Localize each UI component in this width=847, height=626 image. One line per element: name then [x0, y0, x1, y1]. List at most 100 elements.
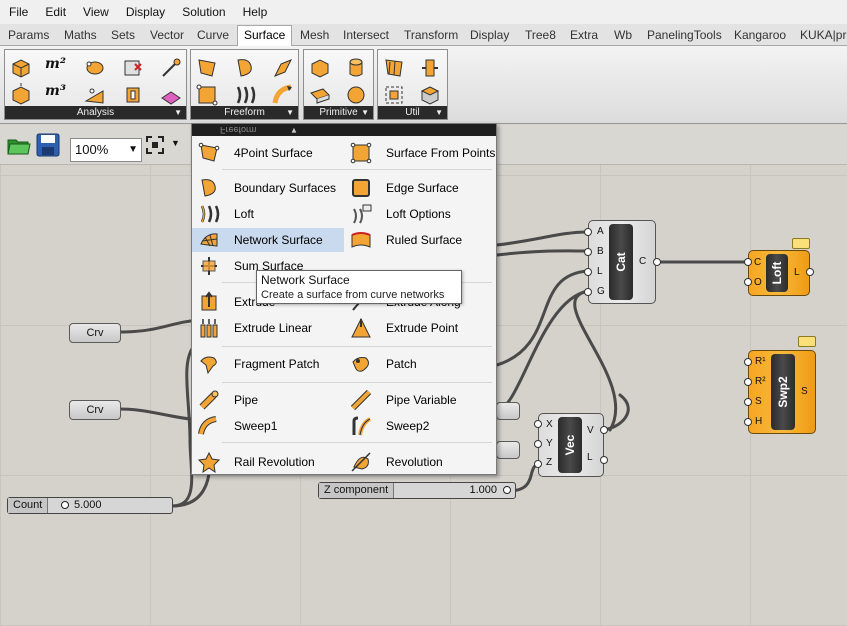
- volume-label[interactable]: m³: [45, 83, 73, 107]
- box-icon[interactable]: [9, 56, 33, 80]
- menu-item-ruled-surface[interactable]: Ruled Surface: [344, 228, 496, 252]
- output-l[interactable]: L: [794, 267, 800, 278]
- port-dot[interactable]: [600, 456, 608, 464]
- input-h[interactable]: H: [755, 416, 762, 427]
- menu-item-extrude-point[interactable]: Extrude Point: [344, 316, 496, 340]
- panel-expand-icon[interactable]: ▼: [174, 106, 182, 119]
- port-dot[interactable]: [534, 420, 542, 428]
- surface-closest-icon[interactable]: [83, 83, 107, 107]
- surface-points-icon[interactable]: [159, 83, 183, 107]
- menu-item-boundary-surfaces[interactable]: Boundary Surfaces: [192, 176, 344, 200]
- menu-item-loft-options[interactable]: Loft Options: [344, 202, 496, 226]
- cat-component[interactable]: A B L G Cat C: [588, 220, 656, 304]
- input-x[interactable]: X: [546, 419, 553, 430]
- swp2-component[interactable]: R¹ R² S H Swp2 S: [748, 350, 816, 434]
- boundary-surface-icon[interactable]: [233, 56, 257, 80]
- zoom-level-select[interactable]: 100% ▼: [70, 138, 142, 162]
- surface-from-points-icon[interactable]: [195, 83, 219, 107]
- menu-item-fragment-patch[interactable]: Fragment Patch: [192, 352, 344, 376]
- port-dot[interactable]: [584, 288, 592, 296]
- tab-tree8[interactable]: Tree8: [525, 26, 556, 44]
- input-s[interactable]: S: [755, 396, 762, 407]
- cap-holes-icon[interactable]: [418, 83, 442, 107]
- menu-item-pipe[interactable]: Pipe: [192, 388, 344, 412]
- input-a[interactable]: A: [597, 226, 604, 237]
- menu-item-extrude-linear[interactable]: Extrude Linear: [192, 316, 344, 340]
- menu-view[interactable]: View: [74, 0, 117, 24]
- save-file-icon[interactable]: [35, 132, 61, 158]
- tab-vector[interactable]: Vector: [150, 26, 184, 44]
- port-dot[interactable]: [534, 460, 542, 468]
- output-s[interactable]: S: [801, 386, 808, 397]
- input-c[interactable]: C: [754, 257, 761, 268]
- menu-edit[interactable]: Edit: [36, 0, 74, 24]
- port-dot[interactable]: [600, 426, 608, 434]
- tab-curve[interactable]: Curve: [197, 26, 229, 44]
- port-dot[interactable]: [744, 378, 752, 386]
- input-r1[interactable]: R¹: [755, 356, 766, 367]
- divide-domain-icon[interactable]: [382, 56, 406, 80]
- tab-params[interactable]: Params: [8, 26, 49, 44]
- count-slider[interactable]: Count 5.000: [7, 497, 173, 514]
- input-g[interactable]: G: [597, 286, 605, 297]
- input-l[interactable]: L: [597, 266, 603, 277]
- dimensions-icon[interactable]: [83, 56, 107, 80]
- crv-param-2[interactable]: Crv: [69, 400, 121, 420]
- tab-extra[interactable]: Extra: [570, 26, 598, 44]
- sweep-icon[interactable]: [271, 83, 295, 107]
- slider-stub[interactable]: [496, 441, 520, 459]
- port-dot[interactable]: [806, 268, 814, 276]
- sphere-icon[interactable]: [344, 83, 368, 107]
- tab-kukaprc[interactable]: KUKA|prc: [800, 26, 847, 44]
- panel-expand-icon[interactable]: ▼: [361, 106, 369, 119]
- output-v[interactable]: V: [587, 425, 594, 436]
- port-dot[interactable]: [744, 258, 752, 266]
- port-dot[interactable]: [744, 398, 752, 406]
- z-component-slider[interactable]: Z component 1.000: [318, 482, 516, 499]
- cylinder-icon[interactable]: [344, 56, 368, 80]
- menu-item-revolution[interactable]: Revolution: [344, 450, 496, 474]
- tab-sets[interactable]: Sets: [111, 26, 135, 44]
- slider-knob[interactable]: [61, 501, 69, 509]
- zoom-extents-dropdown-icon[interactable]: ▼: [171, 138, 180, 148]
- offset-surface-icon[interactable]: [418, 56, 442, 80]
- menu-file[interactable]: File: [0, 0, 36, 24]
- deconstruct-icon[interactable]: [9, 83, 33, 107]
- output-c[interactable]: C: [639, 256, 646, 267]
- menu-item-loft[interactable]: Loft: [192, 202, 344, 226]
- brep-edges-icon[interactable]: [159, 56, 183, 80]
- panel-expand-icon[interactable]: ▼: [435, 106, 443, 119]
- menu-item-rail-revolution[interactable]: Rail Revolution: [192, 450, 344, 474]
- plane-surface-icon[interactable]: [308, 83, 332, 107]
- port-dot[interactable]: [534, 440, 542, 448]
- input-r2[interactable]: R²: [755, 376, 766, 387]
- open-file-icon[interactable]: [6, 132, 32, 158]
- panel-expand-icon[interactable]: ▼: [286, 106, 294, 119]
- slider-knob[interactable]: [503, 486, 511, 494]
- input-y[interactable]: Y: [546, 438, 553, 449]
- slider-stub[interactable]: [496, 402, 520, 420]
- loft-component[interactable]: C O Loft L: [748, 250, 810, 296]
- tab-panelingtools[interactable]: PanelingTools: [647, 26, 722, 44]
- port-dot[interactable]: [744, 278, 752, 286]
- menu-item-surface-from-points[interactable]: Surface From Points: [344, 141, 496, 165]
- evaluate-box-icon[interactable]: [121, 56, 145, 80]
- extrude-point-icon[interactable]: [271, 56, 295, 80]
- tab-maths[interactable]: Maths: [64, 26, 97, 44]
- box-primitive-icon[interactable]: [308, 56, 332, 80]
- menu-help[interactable]: Help: [234, 0, 276, 24]
- isotrim-icon[interactable]: [382, 83, 406, 107]
- menu-solution[interactable]: Solution: [173, 0, 233, 24]
- crv-param-1[interactable]: Crv: [69, 323, 121, 343]
- input-z[interactable]: Z: [546, 457, 552, 468]
- area-label[interactable]: m²: [45, 56, 73, 80]
- port-dot[interactable]: [584, 248, 592, 256]
- menu-item-4point-surface[interactable]: 4Point Surface: [192, 141, 344, 165]
- input-o[interactable]: O: [754, 277, 762, 288]
- menu-item-edge-surface[interactable]: Edge Surface: [344, 176, 496, 200]
- tab-surface[interactable]: Surface: [237, 25, 293, 46]
- vec-component[interactable]: X Y Z Vec V L: [538, 413, 604, 477]
- input-b[interactable]: B: [597, 246, 604, 257]
- menu-item-patch[interactable]: Patch: [344, 352, 496, 376]
- menu-item-pipe-variable[interactable]: Pipe Variable: [344, 388, 496, 412]
